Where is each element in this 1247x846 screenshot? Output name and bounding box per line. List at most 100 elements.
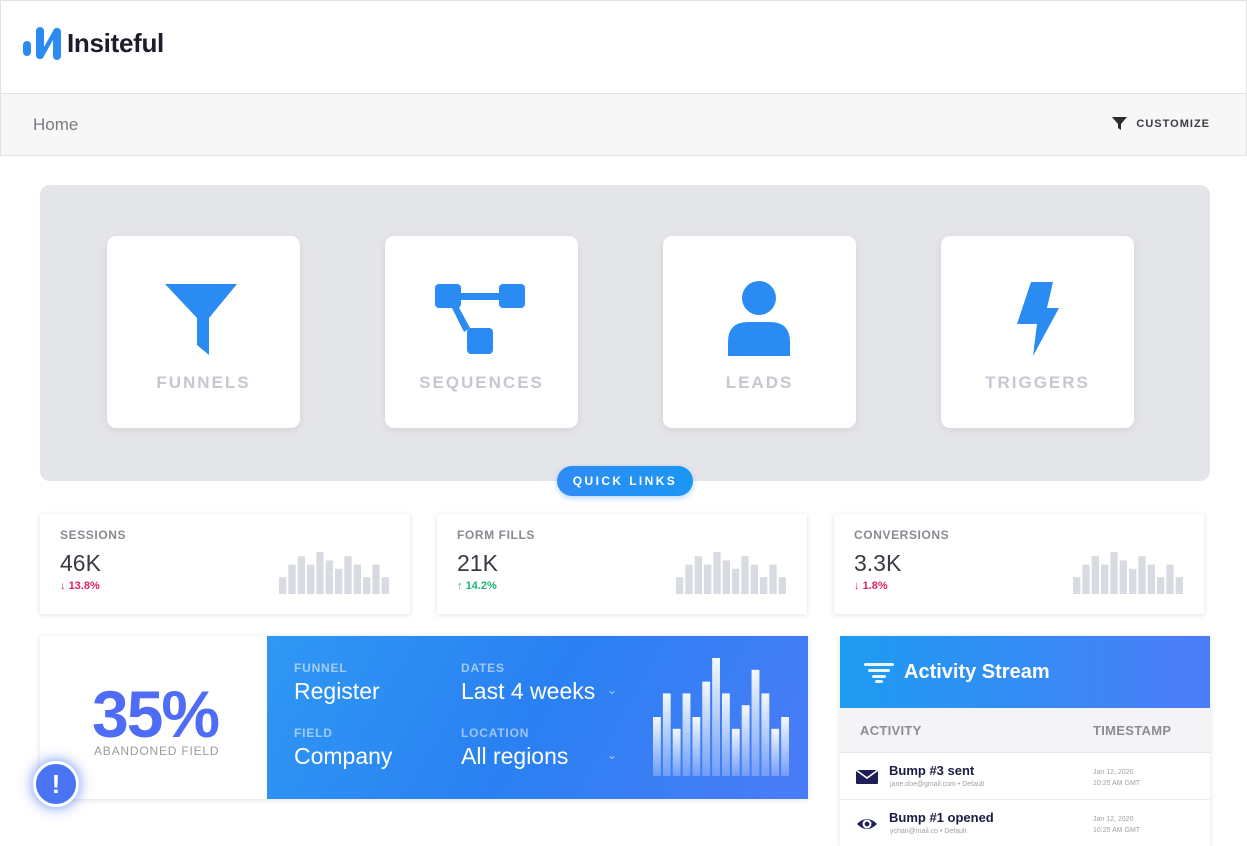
quick-link-label: LEADS [725, 373, 794, 392]
activity-title: Activity Stream [904, 661, 1050, 683]
stat-card-sessions[interactable]: SESSIONS 46K ↓ 13.8% [40, 514, 410, 614]
stat-label: CONVERSIONS [854, 528, 950, 542]
logo-icon [23, 25, 65, 61]
sparkline-bar [676, 577, 684, 594]
sparkline-bar [760, 577, 768, 594]
field-label: FIELD [294, 726, 333, 740]
abandonment-bar [761, 693, 770, 776]
activity-row-clock: 10:25 AM GMT [1093, 780, 1141, 787]
quick-link-label: SEQUENCES [419, 373, 544, 392]
breadcrumb: Home [33, 115, 79, 134]
sparkline-bar [778, 577, 786, 594]
sparkline [279, 552, 389, 594]
app-logo[interactable]: Insiteful [23, 25, 164, 61]
eye-icon [857, 819, 877, 829]
abandonment-bar [653, 717, 661, 776]
abandonment-bar [751, 669, 760, 776]
activity-row-title: Bump #3 sent [889, 763, 975, 778]
sparkline-bar [344, 556, 352, 594]
quick-link-leads[interactable]: LEADS [663, 236, 856, 428]
stat-value: 21K [457, 550, 498, 576]
sparkline-bar [741, 556, 749, 594]
stat-change-value: 1.8% [862, 580, 888, 592]
stat-card-conversions[interactable]: CONVERSIONS 3.3K ↓ 1.8% [834, 514, 1204, 614]
top-bar: Insiteful [0, 0, 1247, 94]
activity-row-date: Jan 12, 2020 [1093, 816, 1134, 823]
activity-column-headers: ACTIVITY TIMESTAMP [840, 708, 1210, 753]
dates-select[interactable]: DATES Last 4 weeks ⌄ [461, 661, 631, 705]
sparkline-bar [1101, 564, 1109, 594]
activity-row-clock: 10:25 AM GMT [1093, 827, 1141, 834]
sparkline-bar [750, 564, 758, 594]
envelope-icon [856, 769, 878, 784]
quick-link-sequences[interactable]: SEQUENCES [385, 236, 578, 428]
activity-row-subtitle: jane.doe@gmail.com • Default [890, 781, 985, 788]
location-select[interactable]: LOCATION All regions ⌄ [461, 726, 631, 770]
alert-button[interactable]: ! [33, 761, 79, 807]
abandoned-filters: FUNNEL Register DATES Last 4 weeks ⌄ FIE… [267, 636, 808, 799]
activity-row[interactable]: Bump #1 opened ychan@mail.co • Default J… [840, 800, 1210, 846]
quick-link-label: FUNNELS [156, 373, 251, 392]
quick-links-panel: FUNNELS SEQUENCES LEADS TRIGGERS [40, 185, 1210, 481]
abandonment-bar [672, 728, 681, 776]
activity-header: Activity Stream [840, 636, 1210, 708]
stat-card-form-fills[interactable]: FORM FILLS 21K ↑ 14.2% [437, 514, 807, 614]
funnel-value: Register [294, 678, 380, 704]
dates-value: Last 4 weeks [461, 678, 596, 704]
location-label: LOCATION [461, 726, 530, 740]
quick-links-toggle[interactable]: QUICK LINKS [557, 466, 693, 496]
customize-button[interactable]: CUSTOMIZE [1112, 116, 1210, 131]
sparkline [676, 552, 786, 594]
sparkline-bar [325, 560, 333, 594]
sparkline-bar [381, 577, 389, 594]
activity-row[interactable]: Bump #3 sent jane.doe@gmail.com • Defaul… [840, 753, 1210, 800]
quick-link-triggers[interactable]: TRIGGERS [941, 236, 1134, 428]
sparkline-bar [713, 552, 721, 594]
filter-icon [1112, 117, 1128, 130]
abandonment-bar [781, 717, 789, 776]
field-value: Company [294, 743, 393, 769]
sequence-icon [435, 284, 525, 354]
sparkline-bar [1110, 552, 1118, 594]
sparkline-bar [769, 564, 777, 594]
user-icon [728, 281, 790, 356]
column-timestamp[interactable]: TIMESTAMP [1093, 723, 1171, 738]
funnel-field[interactable]: FUNNEL Register [294, 661, 380, 705]
lightning-icon [1017, 282, 1059, 356]
arrow-down-icon: ↓ [854, 580, 860, 592]
abandonment-bar [702, 681, 711, 776]
column-activity[interactable]: ACTIVITY [860, 723, 922, 738]
sparkline-bar [694, 556, 702, 594]
location-value: All regions [461, 743, 569, 769]
abandonment-bar [741, 705, 750, 776]
arrow-down-icon: ↓ [60, 580, 66, 592]
activity-row-subtitle: ychan@mail.co • Default [890, 828, 967, 835]
field-field[interactable]: FIELD Company [294, 726, 392, 770]
quick-link-funnels[interactable]: FUNNELS [107, 236, 300, 428]
sparkline-bar [1147, 564, 1155, 594]
abandonment-bar [771, 728, 780, 776]
abandonment-bar [692, 717, 701, 776]
sparkline-bar [1138, 556, 1146, 594]
activity-stream: Activity Stream ACTIVITY TIMESTAMP Bump … [840, 636, 1210, 846]
sparkline-bar [372, 564, 380, 594]
abandonment-bar [722, 693, 730, 776]
stat-value: 46K [60, 550, 101, 576]
stat-change: ↓ 13.8% [60, 580, 100, 592]
abandonment-bar [662, 693, 671, 776]
chevron-down-icon: ⌄ [607, 683, 618, 697]
stat-change: ↑ 14.2% [457, 580, 497, 592]
activity-row-time: Jan 12, 2020 10:25 AM GMT [1093, 814, 1163, 836]
abandonment-bar [731, 728, 740, 776]
sparkline-bar [685, 564, 693, 594]
sparkline-bar [279, 577, 287, 594]
sparkline-bar [732, 568, 740, 594]
app-name: Insiteful [67, 27, 164, 58]
activity-row-time: Jan 12, 2020 10:25 AM GMT [1093, 767, 1163, 789]
sparkline-bar [316, 552, 324, 594]
customize-label: CUSTOMIZE [1136, 117, 1210, 130]
sparkline-bar [297, 556, 305, 594]
sparkline-bar [1166, 564, 1174, 594]
sparkline-bar [363, 577, 371, 594]
sparkline [1073, 552, 1183, 594]
